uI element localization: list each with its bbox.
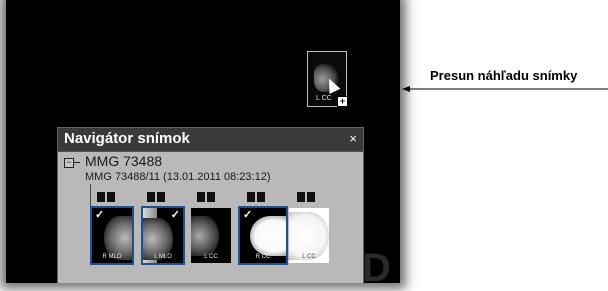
thumbnail-label: R MLO	[102, 254, 122, 260]
thumbnail-r-mlo[interactable]: ✓ R MLO	[90, 206, 134, 265]
background-glyph: D	[362, 246, 391, 290]
annotation-arrow-icon	[402, 86, 608, 92]
layout-icon[interactable]	[97, 192, 115, 202]
thumbnail-label: R CC	[255, 254, 271, 260]
thumbnail-label: L MLO	[154, 254, 172, 260]
close-icon[interactable]: ×	[349, 131, 357, 146]
thumbnail-l-mlo[interactable]: ✓ L MLO	[141, 206, 185, 265]
panel-title: Navigátor snímok	[64, 130, 190, 147]
thumbnail-label: L CC	[302, 254, 316, 260]
thumbnail-l-cc-2[interactable]: L CC	[289, 208, 329, 263]
checkmark-icon: ✓	[243, 209, 253, 221]
layout-icon[interactable]	[197, 192, 215, 202]
study-node[interactable]: MMG 73488	[85, 153, 162, 169]
panel-header: Navigátor snímok ×	[58, 128, 363, 152]
collapse-toggle-icon[interactable]: −	[64, 158, 74, 168]
layout-icon[interactable]	[147, 192, 165, 202]
layout-icon[interactable]	[297, 192, 315, 202]
layout-icon[interactable]	[247, 192, 265, 202]
series-node[interactable]: MMG 73488/11 (13.01.2011 08:23:12)	[85, 171, 271, 183]
thumbnail-label: L CC	[316, 95, 332, 102]
annotation-label: Presun náhľadu snímky	[430, 68, 578, 83]
checkmark-icon: ✓	[95, 209, 105, 221]
thumbnail-l-cc[interactable]: L CC	[191, 208, 231, 263]
thumbnail-label: L CC	[204, 254, 218, 260]
image-navigator-panel: Navigátor snímok × − MMG 73488 MMG 73488…	[57, 127, 364, 283]
copy-plus-icon: +	[337, 96, 348, 107]
checkmark-icon: ✓	[170, 209, 180, 221]
tree-connector	[90, 184, 91, 244]
thumbnail-r-cc[interactable]: ✓ R CC	[238, 206, 288, 265]
tree-connector	[74, 162, 80, 163]
